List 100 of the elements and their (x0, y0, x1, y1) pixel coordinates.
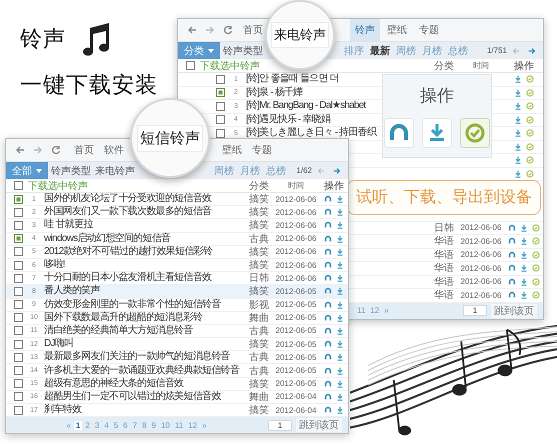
jump-button[interactable]: 跳到该页 (491, 304, 537, 318)
export-icon[interactable] (532, 278, 540, 286)
download-icon[interactable] (336, 221, 344, 230)
back-arrow-icon[interactable] (15, 145, 25, 155)
nav-tab[interactable]: 软件 (100, 139, 128, 161)
download-icon[interactable] (514, 156, 522, 164)
row-checkbox[interactable] (14, 392, 23, 402)
ringtone-type-filter[interactable]: 铃声类型 (50, 164, 92, 178)
nav-tab[interactable]: 专题 (248, 139, 276, 161)
row-checkbox[interactable] (14, 194, 23, 204)
row-checkbox[interactable] (216, 102, 225, 111)
download-icon[interactable] (514, 102, 522, 110)
row-checkbox[interactable] (14, 247, 23, 256)
sms-ringtone-tab[interactable]: 短信铃声 (137, 124, 203, 152)
download-icon[interactable] (514, 142, 522, 151)
next-page-icon[interactable] (528, 46, 536, 54)
export-icon[interactable] (526, 75, 534, 84)
export-icon[interactable] (526, 156, 534, 164)
jump-button[interactable]: 跳到该页 (296, 418, 342, 432)
download-icon[interactable] (514, 170, 522, 178)
row-checkbox[interactable] (14, 300, 23, 310)
category-dropdown[interactable]: 全部 (6, 162, 48, 179)
export-icon[interactable] (526, 170, 534, 178)
row-checkbox[interactable] (14, 274, 23, 283)
download-icon[interactable] (520, 264, 528, 272)
row-checkbox[interactable] (216, 115, 225, 124)
download-icon[interactable] (336, 300, 344, 309)
download-icon[interactable] (520, 278, 528, 286)
download-icon[interactable] (336, 261, 344, 270)
next-page-icon[interactable] (333, 166, 341, 174)
nav-tab[interactable]: 壁纸 (382, 19, 412, 41)
previous-page-icon[interactable] (512, 46, 520, 54)
previous-page-icon[interactable] (317, 166, 325, 174)
export-icon[interactable] (526, 129, 534, 138)
row-checkbox[interactable] (14, 260, 23, 270)
row-checkbox[interactable] (14, 234, 23, 244)
download-icon[interactable] (514, 75, 522, 84)
ringtone-title[interactable]: [铃]Mr. BangBang - Dal★shabet (242, 100, 366, 112)
download-icon[interactable] (336, 208, 344, 216)
select-all-checkbox[interactable] (186, 61, 195, 70)
ringtone-type-filter[interactable]: 铃声类型 (222, 44, 264, 58)
download-icon[interactable] (514, 129, 522, 138)
row-checkbox[interactable] (14, 379, 23, 388)
row-checkbox[interactable] (14, 366, 23, 376)
forward-arrow-icon[interactable] (205, 25, 215, 35)
row-checkbox[interactable] (14, 220, 23, 230)
export-icon[interactable] (532, 291, 540, 300)
sort-tab[interactable]: 最新 (368, 44, 392, 58)
back-arrow-icon[interactable] (187, 25, 197, 35)
page-input[interactable]: 1 (268, 420, 292, 431)
export-icon[interactable] (532, 224, 540, 232)
row-checkbox[interactable] (216, 88, 225, 98)
nav-tab[interactable]: 专题 (414, 19, 444, 41)
ringtone-title[interactable]: [铃]美しき麗しき日々 - 持田香织 (242, 127, 376, 140)
row-checkbox[interactable] (14, 313, 23, 322)
export-icon[interactable] (526, 102, 534, 110)
row-checkbox[interactable] (14, 286, 23, 296)
download-icon[interactable] (520, 224, 528, 232)
export-icon[interactable] (532, 237, 540, 246)
download-icon[interactable] (336, 314, 344, 322)
download-icon[interactable] (336, 392, 344, 401)
export-icon[interactable] (526, 88, 534, 97)
export-icon[interactable] (526, 116, 534, 124)
download-selected-link[interactable]: 下载选中铃声 (200, 58, 260, 72)
incoming-call-ringtone-tab[interactable]: 来电铃声 (271, 22, 329, 48)
download-icon[interactable] (336, 353, 344, 362)
export-icon[interactable] (460, 118, 490, 148)
refresh-icon[interactable] (223, 25, 233, 35)
row-checkbox[interactable] (14, 406, 23, 415)
download-icon[interactable] (336, 195, 344, 204)
download-icon[interactable] (336, 234, 344, 243)
ringtone-title[interactable]: [铃]泉 - 杨千嬅 (242, 86, 302, 99)
row-checkbox[interactable] (14, 340, 23, 349)
download-icon[interactable] (514, 88, 522, 97)
page-input[interactable]: 1 (463, 305, 487, 316)
ringtone-type-filter[interactable]: 来电铃声 (94, 164, 136, 178)
ringtone-title[interactable]: [铃]안 좋을때 들으면 더 (242, 73, 339, 86)
export-icon[interactable] (532, 250, 540, 259)
download-icon[interactable] (336, 366, 344, 375)
download-icon[interactable] (520, 237, 528, 246)
page-link[interactable]: 1 (74, 420, 82, 430)
select-all-checkbox[interactable] (14, 181, 23, 190)
download-icon[interactable] (336, 248, 344, 256)
export-icon[interactable] (532, 264, 540, 272)
row-checkbox[interactable] (14, 208, 23, 217)
download-icon[interactable] (336, 274, 344, 282)
row-checkbox[interactable] (14, 326, 23, 336)
nav-tab[interactable]: 首页 (70, 139, 98, 161)
export-icon[interactable] (526, 142, 534, 151)
nav-tab[interactable]: 铃声 (350, 19, 380, 41)
category-dropdown[interactable]: 分类 (178, 42, 220, 59)
download-icon[interactable] (336, 340, 344, 348)
download-icon[interactable] (336, 380, 344, 388)
download-icon[interactable] (514, 116, 522, 124)
row-checkbox[interactable] (216, 128, 225, 138)
download-icon[interactable] (520, 291, 528, 300)
download-icon[interactable] (520, 250, 528, 259)
download-icon[interactable] (336, 406, 344, 414)
row-checkbox[interactable] (14, 352, 23, 362)
nav-tab[interactable]: 壁纸 (218, 139, 246, 161)
